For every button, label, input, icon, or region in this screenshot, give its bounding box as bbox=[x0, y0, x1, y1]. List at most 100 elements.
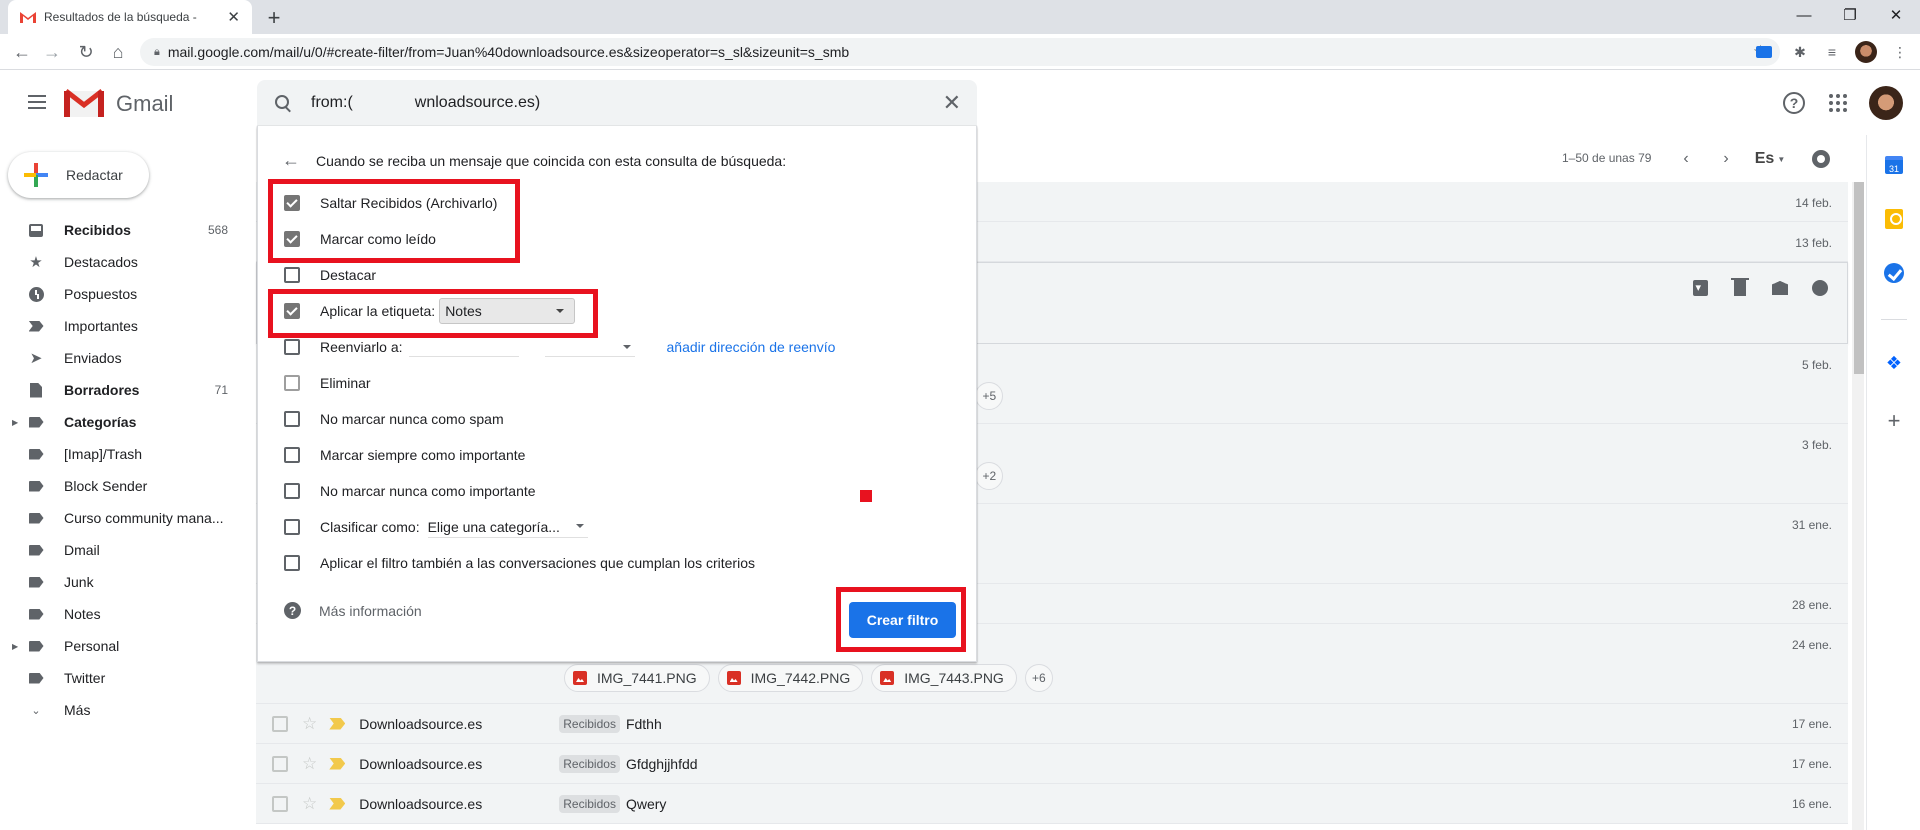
star-icon[interactable]: ☆ bbox=[302, 794, 317, 814]
sidebar-item-dmail[interactable]: Dmail bbox=[0, 534, 240, 566]
help-icon[interactable]: ? bbox=[1778, 87, 1810, 119]
more-info-link[interactable]: ? Más información bbox=[284, 602, 422, 619]
gmail-logo-icon[interactable] bbox=[64, 89, 104, 119]
apply-existing-checkbox[interactable] bbox=[284, 555, 300, 571]
expand-caret-icon[interactable]: ▶ bbox=[12, 642, 18, 651]
star-icon[interactable]: ☆ bbox=[302, 714, 317, 734]
sidebar-item-inbox[interactable]: Recibidos 568 bbox=[0, 214, 240, 246]
never-spam-checkbox[interactable] bbox=[284, 411, 300, 427]
scrollbar-thumb[interactable] bbox=[1854, 182, 1864, 374]
home-button[interactable]: ⌂ bbox=[104, 38, 132, 66]
back-arrow-icon[interactable]: ← bbox=[282, 150, 300, 171]
new-tab-button[interactable]: + bbox=[260, 4, 288, 32]
always-important-checkbox[interactable] bbox=[284, 447, 300, 463]
attachment-chip[interactable]: IMG_7443.PNG bbox=[871, 664, 1017, 692]
sidebar-item-block-sender[interactable]: Block Sender bbox=[0, 470, 240, 502]
sidebar-item-notes[interactable]: Notes bbox=[0, 598, 240, 630]
forward-address-select[interactable] bbox=[544, 337, 635, 357]
option-skip-inbox[interactable]: Saltar Recibidos (Archivarlo) bbox=[284, 191, 497, 215]
add-addon-icon[interactable]: + bbox=[1884, 408, 1904, 433]
email-row[interactable]: ☆ Downloadsource.es Recibidos Qwery 16 e… bbox=[256, 784, 1848, 824]
more-attachments-chip[interactable]: +2 bbox=[975, 462, 1004, 490]
search-bar[interactable]: from:(wnloadsource.es) ✕ bbox=[257, 80, 977, 126]
browser-tab[interactable]: Resultados de la búsqueda - ✕ bbox=[8, 0, 252, 34]
option-delete[interactable]: Eliminar bbox=[284, 371, 371, 395]
dropbox-icon[interactable]: ❖ bbox=[1884, 353, 1904, 373]
sidebar-item-curso[interactable]: Curso community mana... bbox=[0, 502, 240, 534]
option-never-important[interactable]: No marcar nunca como importante bbox=[284, 479, 536, 503]
row-checkbox[interactable] bbox=[272, 715, 288, 732]
option-apply-existing[interactable]: Aplicar el filtro también a las conversa… bbox=[284, 551, 755, 575]
sidebar-item-imap-trash[interactable]: [Imap]/Trash bbox=[0, 438, 240, 470]
create-filter-button[interactable]: Crear filtro bbox=[849, 602, 956, 638]
star-icon[interactable]: ☆ bbox=[302, 754, 317, 774]
settings-gear-icon[interactable] bbox=[1808, 146, 1834, 172]
compose-button[interactable]: Redactar bbox=[8, 152, 149, 198]
keep-icon[interactable] bbox=[1884, 209, 1904, 229]
more-attachments-chip[interactable]: +5 bbox=[975, 382, 1004, 410]
main-menu-icon[interactable] bbox=[22, 87, 52, 117]
account-avatar[interactable] bbox=[1868, 85, 1904, 121]
chrome-menu-icon[interactable]: ⋮ bbox=[1888, 40, 1912, 64]
search-icon[interactable] bbox=[273, 93, 293, 113]
sidebar-item-twitter[interactable]: Twitter bbox=[0, 662, 240, 694]
sidebar-item-snoozed[interactable]: Pospuestos bbox=[0, 278, 240, 310]
extension-tag-icon[interactable] bbox=[1752, 40, 1776, 64]
profile-avatar[interactable] bbox=[1854, 40, 1878, 64]
sidebar-item-starred[interactable]: ★ Destacados bbox=[0, 246, 240, 278]
email-row[interactable]: ☆ Downloadsource.es Recibidos Gfdghjjhfd… bbox=[256, 744, 1848, 784]
attachment-chip[interactable]: IMG_7441.PNG bbox=[564, 664, 710, 692]
archive-icon[interactable] bbox=[1689, 277, 1711, 299]
sidebar-item-important[interactable]: Importantes bbox=[0, 310, 240, 342]
snooze-icon[interactable] bbox=[1809, 277, 1831, 299]
google-apps-icon[interactable] bbox=[1822, 87, 1854, 119]
delete-icon[interactable] bbox=[1729, 277, 1751, 299]
calendar-icon[interactable]: 31 bbox=[1884, 155, 1904, 175]
forward-address-field[interactable] bbox=[408, 337, 519, 357]
row-checkbox[interactable] bbox=[272, 795, 288, 812]
more-attachments-chip[interactable]: +6 bbox=[1024, 664, 1053, 692]
sidebar-item-sent[interactable]: ➤ Enviados bbox=[0, 342, 240, 374]
newer-page-button[interactable]: ‹ bbox=[1673, 146, 1699, 172]
back-button[interactable]: ← bbox=[8, 38, 36, 66]
sidebar-item-junk[interactable]: Junk bbox=[0, 566, 240, 598]
option-forward[interactable]: Reenviarlo a: añadir dirección de reenví… bbox=[284, 335, 835, 359]
important-marker-icon[interactable] bbox=[329, 757, 346, 770]
attachment-chip[interactable]: IMG_7442.PNG bbox=[717, 664, 864, 692]
option-mark-read[interactable]: Marcar como leído bbox=[284, 227, 436, 251]
older-page-button[interactable]: › bbox=[1713, 146, 1739, 172]
sidebar-item-drafts[interactable]: Borradores 71 bbox=[0, 374, 240, 406]
clear-search-icon[interactable]: ✕ bbox=[943, 90, 961, 116]
option-never-spam[interactable]: No marcar nunca como spam bbox=[284, 407, 504, 431]
option-categorize[interactable]: Clasificar como: Elige una categoría... bbox=[284, 515, 588, 539]
media-control-icon[interactable]: ≡ bbox=[1820, 40, 1844, 64]
important-marker-icon[interactable] bbox=[329, 797, 346, 810]
option-star[interactable]: Destacar bbox=[284, 263, 376, 287]
apply-label-checkbox[interactable] bbox=[284, 303, 300, 319]
email-row[interactable]: ☆ Downloadsource.es Recibidos Fdthh 17 e… bbox=[256, 704, 1848, 744]
reload-button[interactable]: ↻ bbox=[72, 38, 100, 66]
category-select[interactable]: Elige una categoría... bbox=[427, 516, 588, 538]
input-tools-button[interactable]: Es ▼ bbox=[1750, 146, 1790, 172]
option-always-important[interactable]: Marcar siempre como importante bbox=[284, 443, 525, 467]
search-input[interactable]: from:(wnloadsource.es) bbox=[311, 93, 943, 112]
mark-read-checkbox[interactable] bbox=[284, 231, 300, 247]
forward-checkbox[interactable] bbox=[284, 339, 300, 355]
categorize-checkbox[interactable] bbox=[284, 519, 300, 535]
tab-close-icon[interactable]: ✕ bbox=[227, 8, 240, 26]
row-checkbox[interactable] bbox=[272, 755, 288, 772]
skip-inbox-checkbox[interactable] bbox=[284, 195, 300, 211]
expand-caret-icon[interactable]: ▶ bbox=[12, 418, 18, 427]
sidebar-item-more[interactable]: ⌄ Más bbox=[0, 694, 240, 726]
option-apply-label[interactable]: Aplicar la etiqueta: Notes bbox=[284, 298, 576, 324]
address-bar[interactable]: 🔒︎ mail.google.com/mail/u/0/#create-filt… bbox=[140, 38, 1780, 66]
close-window-button[interactable]: ✕ bbox=[1868, 0, 1920, 30]
delete-checkbox[interactable] bbox=[284, 375, 300, 391]
mark-read-icon[interactable] bbox=[1769, 277, 1791, 299]
sidebar-item-personal[interactable]: ▶ Personal bbox=[0, 630, 240, 662]
important-marker-icon[interactable] bbox=[329, 717, 346, 730]
forward-button[interactable]: → bbox=[38, 38, 66, 66]
label-select[interactable]: Notes bbox=[439, 298, 576, 324]
tasks-icon[interactable] bbox=[1884, 263, 1904, 283]
sidebar-item-categories[interactable]: ▶ Categorías bbox=[0, 406, 240, 438]
